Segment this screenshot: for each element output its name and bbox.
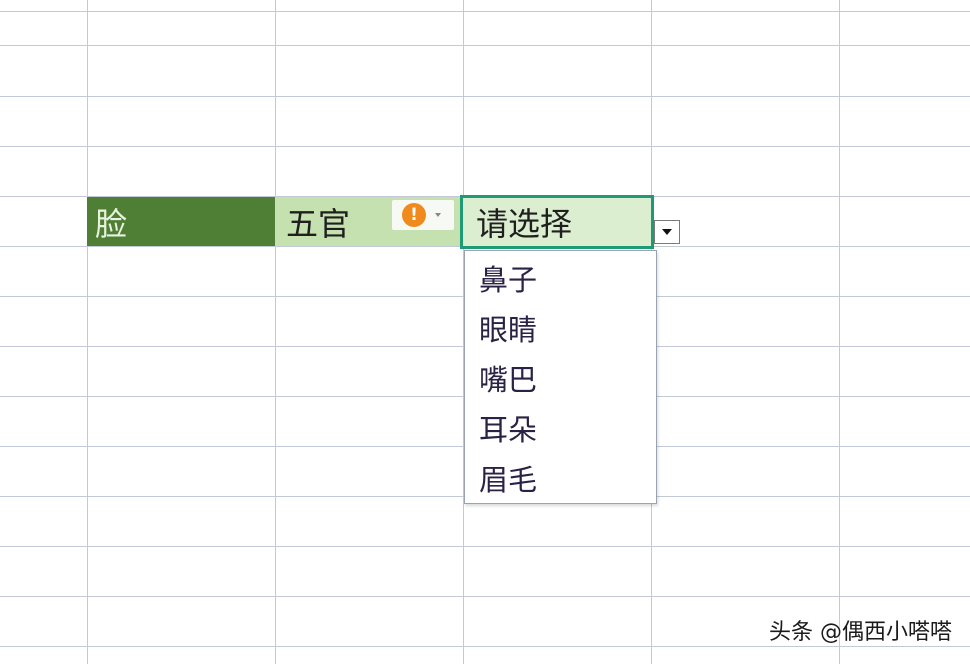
dropdown-option[interactable]: 眉毛 [465,453,656,503]
dropdown-option[interactable]: 鼻子 [465,253,656,303]
gridline [0,546,970,547]
warning-icon: ! [402,203,426,227]
error-check-button[interactable]: ! [392,200,454,230]
gridline [0,45,970,46]
chevron-down-icon [435,213,441,217]
gridline [275,0,276,664]
dropdown-list: 鼻子 眼睛 嘴巴 耳朵 眉毛 [464,250,657,504]
gridline [0,96,970,97]
gridline [0,11,970,12]
gridline [0,646,970,647]
dropdown-option[interactable]: 嘴巴 [465,353,656,403]
watermark: 头条 @偶西小嗒嗒 [769,620,952,645]
dropdown-button[interactable] [654,220,680,244]
selected-cell-dropdown[interactable]: 请选择 [460,195,654,249]
gridline [0,146,970,147]
gridline [87,0,88,664]
dropdown-option[interactable]: 眼睛 [465,303,656,353]
dropdown-arrow-icon [662,229,672,235]
dropdown-option[interactable]: 耳朵 [465,403,656,453]
gridline [0,596,970,597]
cell-face[interactable]: 脸 [87,197,275,246]
gridline [839,0,840,664]
